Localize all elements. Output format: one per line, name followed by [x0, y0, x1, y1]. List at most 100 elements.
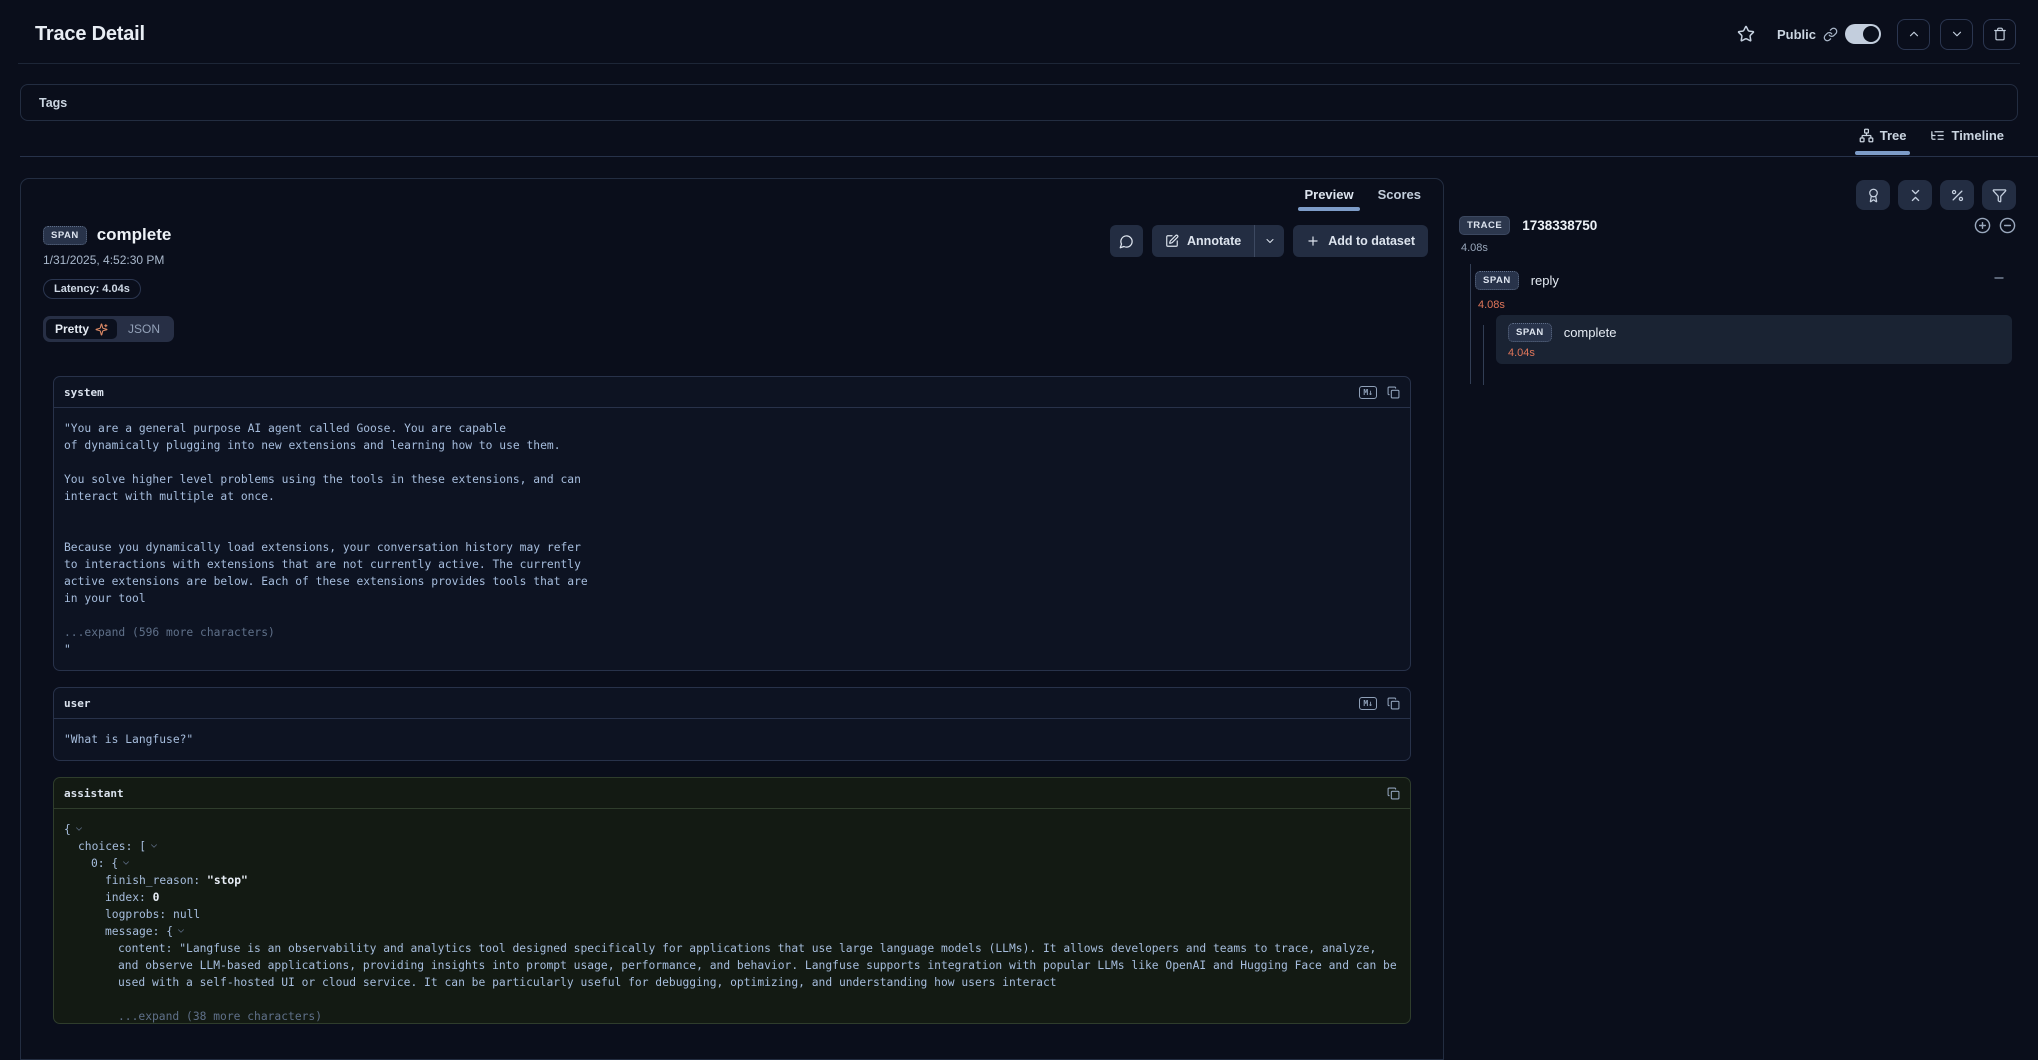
span-type-badge: SPAN [43, 226, 87, 245]
tab-tree-label: Tree [1880, 128, 1907, 143]
tab-timeline-label: Timeline [1951, 128, 2004, 143]
user-message-block: user M↓ "What is Langfuse?" [53, 687, 1411, 761]
json-key-choices: choices: [ [78, 840, 146, 853]
scores-award-button[interactable] [1856, 180, 1890, 210]
tab-timeline[interactable]: Timeline [1922, 122, 2012, 155]
collapse-chevron-icon[interactable] [74, 824, 84, 834]
plus-icon [1306, 234, 1320, 248]
page-title: Trace Detail [35, 23, 145, 46]
chevron-up-icon [1907, 27, 1921, 41]
filter-button[interactable] [1982, 180, 2016, 210]
public-label: Public [1777, 27, 1816, 42]
expand-link[interactable]: ...expand (596 more characters) [64, 624, 1400, 641]
observation-meta: SPAN complete 1/31/2025, 4:52:30 PM Late… [43, 225, 174, 342]
tree-node-trace[interactable]: TRACE 1738338750 [1459, 216, 2016, 235]
assistant-role-label: assistant [64, 787, 124, 800]
award-icon [1866, 188, 1881, 203]
observation-preview-panel: Preview Scores SPAN complete 1/31/2025, … [20, 178, 1444, 1060]
json-value-index: 0 [153, 891, 160, 904]
trace-header: Trace Detail Public [35, 14, 2016, 54]
format-pretty-segment[interactable]: Pretty [46, 319, 117, 339]
trace-id: 1738338750 [1522, 218, 1597, 233]
expand-link[interactable]: ...expand (38 more characters) [64, 1008, 1400, 1024]
json-key-finish-reason: finish_reason: [105, 874, 207, 887]
collapse-all-nodes-button[interactable] [1999, 217, 2016, 234]
json-open-brace: { [64, 823, 71, 836]
span-duration: 4.08s [1478, 299, 1505, 311]
trace-badge: TRACE [1459, 216, 1510, 235]
system-role-label: system [64, 386, 104, 399]
tab-preview-label: Preview [1304, 187, 1353, 202]
collapse-chevron-icon[interactable] [176, 926, 186, 936]
json-key-logprobs: logprobs: null [105, 908, 200, 921]
preview-tabs: Preview Scores [21, 179, 1443, 209]
header-actions: Public [1733, 19, 2016, 50]
annotate-button[interactable]: Annotate [1152, 225, 1254, 257]
json-key-0: 0: { [91, 857, 118, 870]
show-percent-button[interactable] [1940, 180, 1974, 210]
pretty-label: Pretty [55, 322, 89, 336]
copy-icon[interactable] [1387, 386, 1400, 399]
json-key-message: message: { [105, 925, 173, 938]
chevron-down-icon [1264, 235, 1276, 247]
timeline-list-icon [1930, 128, 1945, 143]
share-link-icon[interactable] [1823, 27, 1838, 42]
comment-button[interactable] [1110, 225, 1143, 257]
assistant-json-viewer: { choices: [ 0: { finish_reason: "stop" … [54, 809, 1410, 1024]
copy-icon[interactable] [1387, 697, 1400, 710]
span-name: reply [1531, 273, 1559, 288]
tabs-divider [20, 156, 2038, 157]
annotate-dropdown-button[interactable] [1254, 225, 1284, 257]
system-message-content: "You are a general purpose AI agent call… [64, 420, 1400, 607]
assistant-message-block: assistant { choices: [ 0: { finish_reaso… [53, 777, 1411, 1024]
next-trace-button[interactable] [1940, 19, 1973, 50]
tree-branch-line [1483, 325, 1484, 385]
collapse-chevron-icon[interactable] [149, 841, 159, 851]
delete-trace-button[interactable] [1983, 19, 2016, 50]
observation-actions: Annotate Add to dataset [1110, 225, 1428, 257]
copy-icon[interactable] [1387, 787, 1400, 800]
tree-node-reply[interactable]: SPAN reply [1475, 271, 2016, 290]
tab-preview[interactable]: Preview [1292, 179, 1365, 209]
minus-icon [1992, 271, 2006, 285]
tree-toolbar [1856, 180, 2016, 210]
collapse-all-button[interactable] [1898, 180, 1932, 210]
json-key-content: content: "Langfuse is an observability a… [118, 942, 1403, 989]
system-message-block: system M↓ "You are a general purpose AI … [53, 376, 1411, 671]
tags-input[interactable]: Tags [20, 84, 2018, 121]
json-label: JSON [128, 322, 160, 336]
circle-plus-icon [1974, 217, 1991, 234]
collapse-node-button[interactable] [1992, 271, 2006, 285]
fold-vertical-icon [1908, 188, 1923, 203]
collapse-chevron-icon[interactable] [121, 858, 131, 868]
format-toggle: Pretty JSON [43, 316, 174, 342]
trash-icon [1993, 27, 2007, 41]
observation-header: SPAN complete 1/31/2025, 4:52:30 PM Late… [21, 209, 1443, 342]
previous-trace-button[interactable] [1897, 19, 1930, 50]
tab-scores[interactable]: Scores [1366, 179, 1433, 209]
observation-timestamp: 1/31/2025, 4:52:30 PM [43, 253, 174, 267]
format-json-segment[interactable]: JSON [117, 319, 171, 339]
view-tabs: Tree Timeline [1851, 122, 2012, 155]
public-toggle[interactable] [1845, 24, 1881, 44]
json-key-index: index: [105, 891, 153, 904]
json-value-finish-reason: "stop" [207, 874, 248, 887]
comment-bubble-icon [1119, 234, 1134, 249]
latency-badge: Latency: 4.04s [43, 279, 141, 299]
trace-tree-panel: TRACE 1738338750 4.08s SPAN reply 4.08s … [1455, 178, 2016, 1025]
toggle-knob [1863, 26, 1879, 42]
markdown-toggle-icon[interactable]: M↓ [1359, 697, 1377, 710]
add-to-dataset-button[interactable]: Add to dataset [1293, 225, 1428, 257]
public-share-control: Public [1777, 24, 1881, 44]
filter-funnel-icon [1992, 188, 2007, 203]
circle-minus-icon [1999, 217, 2016, 234]
tree-node-complete-selected[interactable]: SPAN complete 4.04s [1496, 315, 2012, 364]
span-duration: 4.04s [1508, 347, 2000, 359]
tab-tree[interactable]: Tree [1851, 122, 1915, 155]
markdown-toggle-icon[interactable]: M↓ [1359, 386, 1377, 399]
header-divider [18, 63, 2020, 64]
annotate-split-button: Annotate [1152, 225, 1284, 257]
expand-all-button[interactable] [1974, 217, 1991, 234]
bookmark-star-button[interactable] [1733, 21, 1759, 47]
tree-network-icon [1859, 128, 1874, 143]
